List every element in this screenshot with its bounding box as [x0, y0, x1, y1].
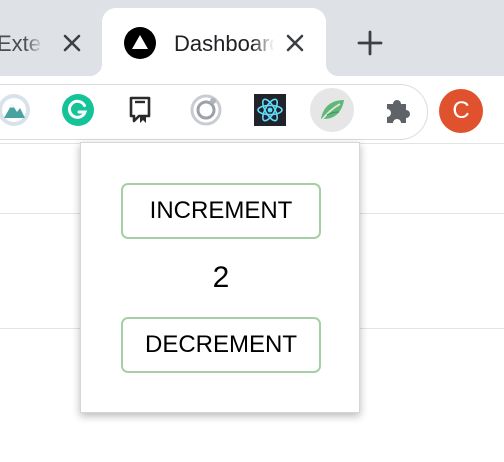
tab-dashboard[interactable]: Dashboard [90, 8, 338, 76]
mountain-extension-icon[interactable] [0, 88, 36, 132]
counter-value: 2 [212, 261, 230, 294]
plus-icon[interactable] [356, 29, 384, 57]
profile-avatar[interactable]: C [439, 89, 483, 133]
tab-strip: Extension Dashboard [0, 0, 504, 76]
triangle-logo-icon [124, 27, 156, 59]
close-icon[interactable] [283, 31, 307, 55]
leaf-extension-icon[interactable] [310, 88, 354, 132]
close-icon[interactable] [60, 31, 84, 55]
tab-extension[interactable]: Extension [0, 14, 96, 70]
browser-window: Extension Dashboard [0, 0, 504, 462]
ring-extension-icon[interactable] [184, 88, 228, 132]
decrement-button[interactable]: DECREMENT [121, 317, 321, 373]
react-devtools-icon[interactable] [248, 88, 292, 132]
grammarly-icon[interactable] [56, 88, 100, 132]
tab-label: Extension [0, 31, 43, 57]
puzzle-extensions-icon[interactable] [376, 88, 420, 132]
extension-popup: INCREMENT 2 DECREMENT [80, 142, 360, 413]
reader-bookmark-icon[interactable] [118, 88, 162, 132]
tab-label: Dashboard [174, 31, 274, 57]
increment-button[interactable]: INCREMENT [121, 183, 321, 239]
